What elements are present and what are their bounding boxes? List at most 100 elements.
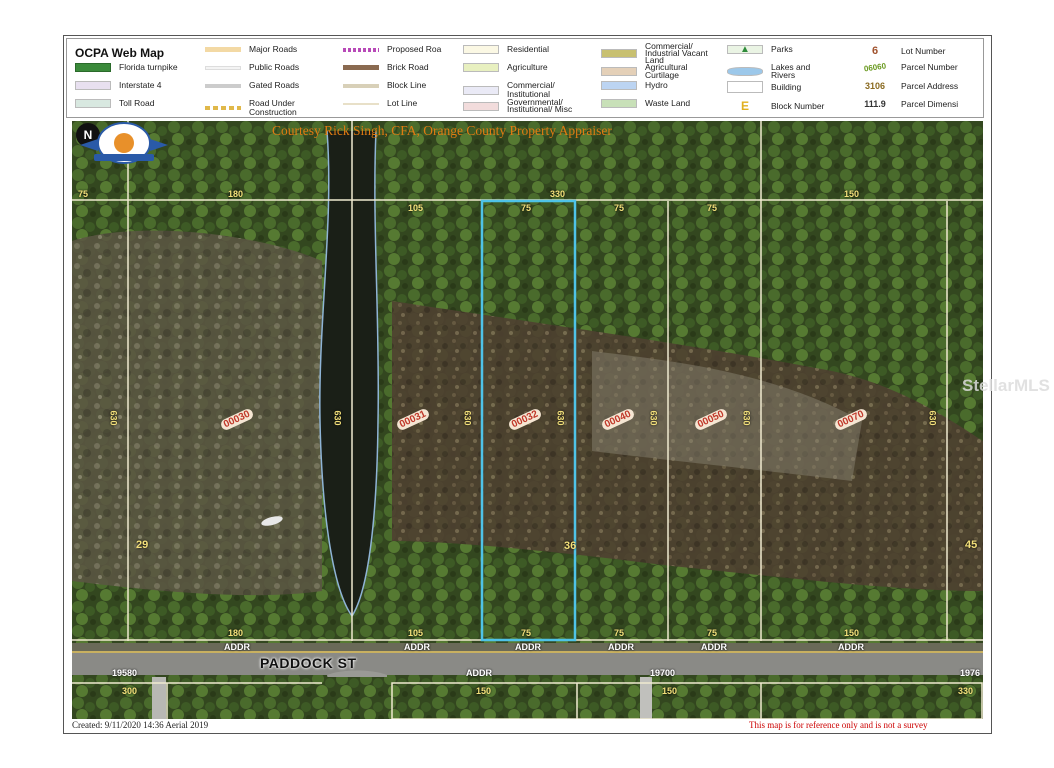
lake-icon — [727, 66, 763, 76]
south-address: 19580 — [112, 668, 138, 678]
legend-lot-number: 6 Lot Number — [857, 45, 945, 57]
addr-label: ADDR — [608, 642, 634, 652]
agriculture-swatch — [463, 63, 499, 72]
interstate-shield-icon — [75, 81, 111, 90]
property-appraiser-seal-icon — [80, 122, 168, 164]
addr-label: ADDR — [838, 642, 864, 652]
lot-number: 36 — [564, 540, 577, 552]
legend-building: Building — [727, 81, 801, 93]
public-road-line — [205, 65, 241, 70]
legend-agricultural-curtilage: Agricultural Curtilage — [601, 63, 711, 79]
map-legend: OCPA Web Map Florida turnpike Interstate… — [66, 38, 984, 118]
legend-lot-line: Lot Line — [343, 99, 417, 108]
park-tree-icon: ▲ — [727, 45, 763, 55]
dim-south-1: 300 — [122, 686, 138, 696]
dim-top-8: 150 — [844, 189, 860, 199]
legend-commercial-vacant: Commercial/ Industrial Vacant Land — [601, 42, 721, 64]
lot-number: 45 — [965, 539, 978, 551]
gated-road-line — [205, 83, 241, 88]
dim-bottom-4: 75 — [614, 628, 625, 638]
legend-public-roads: Public Roads — [205, 63, 299, 72]
addr-label: ADDR — [404, 642, 430, 652]
legend-waste-land: Waste Land — [601, 99, 690, 108]
dim-south-4: 330 — [958, 686, 974, 696]
dim-side-6: 630 — [741, 410, 752, 426]
parcel-address-symbol: 3106 — [864, 81, 886, 91]
lot-number-symbol: 6 — [871, 45, 879, 57]
legend-florida-turnpike: Florida turnpike — [75, 63, 178, 72]
dim-top-6: 75 — [614, 203, 625, 213]
dim-top-5: 75 — [521, 203, 532, 213]
lot-number: 29 — [136, 539, 149, 551]
dim-bottom-3: 75 — [521, 628, 532, 638]
legend-parks: ▲ Parks — [727, 45, 793, 55]
dim-top-4: 105 — [408, 203, 424, 213]
dim-top-7: 75 — [707, 203, 718, 213]
created-date: Created: 9/11/2020 14:36 Aerial 2019 — [72, 720, 209, 730]
legend-gated-roads: Gated Roads — [205, 81, 299, 90]
parcel-number-symbol: 06060 — [863, 61, 887, 74]
dim-south-2: 150 — [476, 686, 492, 696]
legend-agriculture: Agriculture — [463, 63, 548, 72]
curtilage-swatch — [601, 66, 637, 76]
dim-side-3: 630 — [462, 410, 473, 426]
street-name: PADDOCK ST — [260, 655, 357, 671]
legend-lakes-rivers: Lakes and Rivers — [727, 63, 829, 79]
turnpike-icon — [75, 63, 111, 72]
toll-icon — [75, 99, 111, 108]
waste-land-swatch — [601, 99, 637, 108]
aerial-map[interactable]: Courtesy Rick Singh, CFA, Orange County … — [72, 121, 983, 719]
construction-road-icon — [205, 106, 241, 110]
legend-block-line: Block Line — [343, 81, 426, 90]
residential-swatch — [463, 45, 499, 54]
south-address: 19700 — [650, 668, 676, 678]
addr-label: ADDR — [224, 642, 250, 652]
legend-hydro: Hydro — [601, 81, 668, 90]
dim-bottom-2: 105 — [408, 628, 424, 638]
dim-side-4: 630 — [555, 410, 566, 426]
vacant-land-swatch — [601, 49, 637, 58]
dim-side-2: 630 — [332, 410, 343, 426]
disclaimer: This map is for reference only and is no… — [749, 720, 928, 730]
dim-top-3: 330 — [550, 189, 566, 199]
dim-bottom-5: 75 — [707, 628, 718, 638]
dim-bottom-6: 150 — [844, 628, 860, 638]
south-address: 1976 — [960, 668, 981, 678]
legend-proposed-road: Proposed Roa — [343, 45, 441, 54]
hydro-swatch — [601, 81, 637, 90]
parcel-dimension-symbol: 111.9 — [864, 99, 886, 109]
brick-road-line — [343, 65, 379, 70]
major-road-line — [205, 47, 241, 52]
dim-side-7: 630 — [927, 410, 938, 426]
dim-top-1: 75 — [78, 189, 89, 199]
proposed-road-line — [343, 47, 379, 52]
building-swatch — [727, 81, 763, 93]
lot-line-icon — [343, 102, 379, 105]
dim-top-2: 180 — [228, 189, 244, 199]
addr-label: ADDR — [466, 668, 492, 678]
legend-toll-road: Toll Road — [75, 99, 154, 108]
addr-label: ADDR — [515, 642, 541, 652]
dim-bottom-1: 180 — [228, 628, 244, 638]
legend-parcel-number: 06060 Parcel Number — [857, 61, 957, 74]
legend-interstate-4: Interstate 4 — [75, 81, 162, 90]
legend-road-under-construction: Road Under Construction — [205, 99, 319, 117]
legend-title: OCPA Web Map — [75, 46, 165, 60]
dim-side-1: 630 — [108, 410, 119, 426]
courtesy-credit: Courtesy Rick Singh, CFA, Orange County … — [272, 123, 612, 138]
block-number-symbol: E — [740, 99, 749, 113]
watermark-text: StellarMLS — [962, 376, 1050, 395]
legend-residential: Residential — [463, 45, 549, 54]
legend-block-number: E Block Number — [727, 99, 824, 113]
legend-parcel-address: 3106 Parcel Address — [857, 81, 958, 91]
governmental-swatch — [463, 101, 499, 111]
block-line-icon — [343, 83, 379, 88]
legend-parcel-dimension: 111.9 Parcel Dimensi — [857, 99, 958, 109]
dim-south-3: 150 — [662, 686, 678, 696]
commercial-swatch — [463, 85, 499, 95]
dim-side-5: 630 — [648, 410, 659, 426]
addr-label: ADDR — [701, 642, 727, 652]
legend-governmental: Governmental/ Institutional/ Misc — [463, 98, 583, 113]
legend-major-roads: Major Roads — [205, 45, 297, 54]
legend-brick-road: Brick Road — [343, 63, 429, 72]
